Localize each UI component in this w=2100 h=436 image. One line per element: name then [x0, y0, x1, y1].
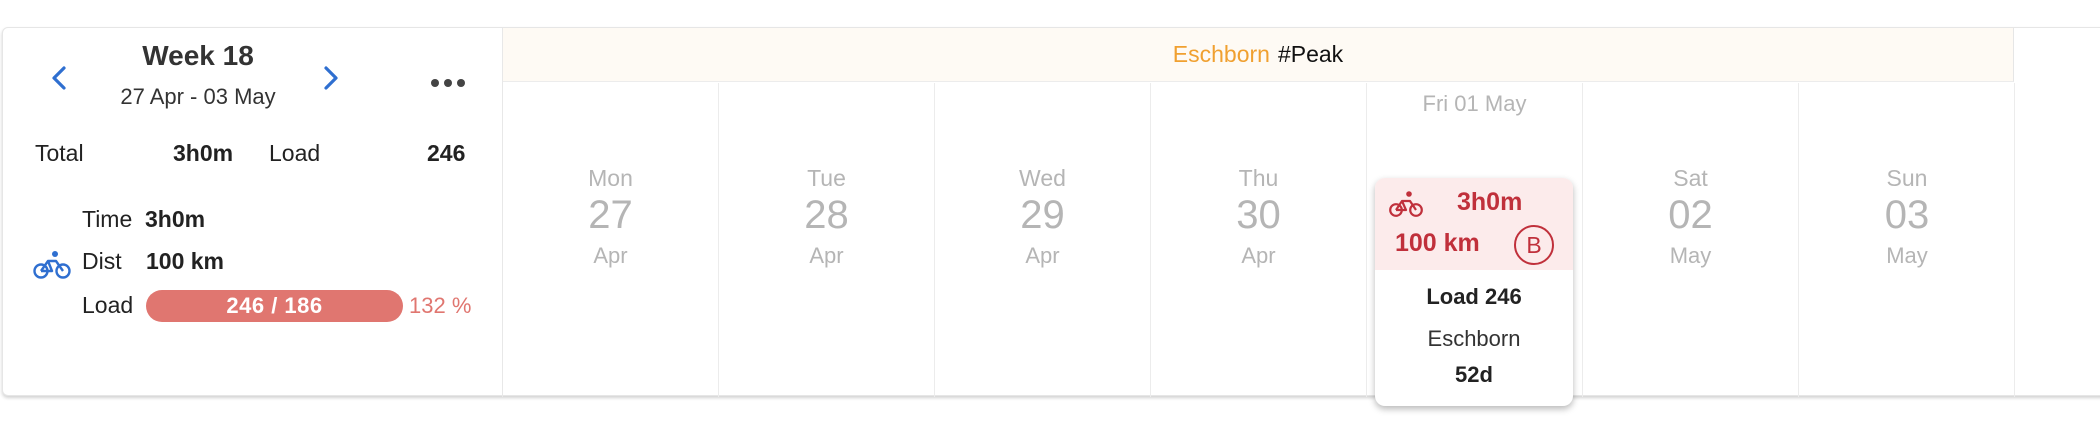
- day-name: Mon: [588, 165, 633, 191]
- day-month: May: [1886, 243, 1928, 268]
- day-number: 29: [1020, 193, 1065, 237]
- day-column-mon[interactable]: Mon 27 Apr: [503, 83, 719, 397]
- more-options-button[interactable]: [421, 66, 475, 100]
- more-dot-icon: [431, 79, 439, 87]
- workout-time: 3h0m: [1457, 188, 1523, 216]
- total-label: Total: [35, 140, 84, 166]
- day-name: Sat: [1673, 165, 1708, 191]
- total-value: 3h0m: [173, 140, 234, 166]
- day-column-wed[interactable]: Wed 29 Apr: [935, 83, 1151, 397]
- load-percent: 132 %: [409, 293, 472, 318]
- workout-location: Eschborn: [1427, 326, 1521, 351]
- load-progress-bar: 246 / 186: [146, 290, 403, 322]
- chevron-right-icon: [324, 66, 338, 90]
- week-date-range: 27 Apr - 03 May: [120, 84, 276, 109]
- workout-card[interactable]: 3h0m 100 km B Load 246 Eschborn 52d: [1375, 178, 1573, 406]
- more-dot-icon: [444, 79, 452, 87]
- sport-time-label: Time: [82, 206, 133, 232]
- week-calendar: Eschborn #Peak Mon 27 Apr Tue 28 Apr Wed…: [503, 28, 2100, 406]
- day-month: Apr: [1241, 243, 1276, 268]
- event-tag: #Peak: [1277, 41, 1344, 67]
- workout-load: Load 246: [1426, 284, 1522, 309]
- bike-icon: [1389, 191, 1423, 217]
- day-month: Apr: [593, 243, 628, 268]
- day-column-sun[interactable]: Sun 03 May: [1799, 83, 2015, 397]
- week-card: Week 18 27 Apr - 03 May Total 3h0m Load …: [2, 27, 2100, 406]
- day-name: Sun: [1886, 165, 1928, 191]
- week-summary-panel: Week 18 27 Apr - 03 May Total 3h0m Load …: [3, 28, 503, 397]
- sport-dist-value: 100 km: [146, 248, 225, 274]
- sport-time-value: 3h0m: [145, 206, 206, 232]
- day-number: 03: [1884, 193, 1930, 237]
- workout-distance: 100 km: [1395, 229, 1480, 257]
- day-column-fri[interactable]: Fri 01 May 3h0m 100 km B Load 246 Eschbo…: [1367, 83, 1583, 406]
- day-name: Tue: [807, 165, 846, 191]
- day-month: May: [1669, 243, 1712, 268]
- bike-icon: [33, 251, 71, 279]
- day-month: Apr: [1025, 243, 1060, 268]
- day-number: 27: [588, 193, 633, 237]
- day-name: Thu: [1238, 165, 1279, 191]
- day-name: Wed: [1019, 165, 1066, 191]
- day-column-tue[interactable]: Tue 28 Apr: [719, 83, 935, 397]
- sport-dist-label: Dist: [82, 248, 122, 274]
- sport-load-label: Load: [82, 292, 134, 318]
- event-banner[interactable]: Eschborn #Peak: [503, 28, 2014, 82]
- day-number: 02: [1668, 193, 1713, 237]
- week-title: Week 18: [142, 40, 254, 71]
- day-number: 28: [804, 193, 849, 237]
- event-location: Eschborn: [1172, 41, 1270, 67]
- column-divider: [2014, 83, 2015, 397]
- workout-days-out: 52d: [1455, 362, 1493, 387]
- race-priority-badge: B: [1514, 225, 1554, 265]
- more-dot-icon: [457, 79, 465, 87]
- day-number: 30: [1236, 193, 1281, 237]
- next-week-button[interactable]: [311, 58, 351, 98]
- load-value: 246: [427, 140, 466, 166]
- workout-card-header: 3h0m 100 km B: [1375, 178, 1573, 270]
- day-month: Apr: [809, 243, 844, 268]
- day-column-thu[interactable]: Thu 30 Apr: [1151, 83, 1367, 397]
- load-label: Load: [269, 140, 321, 166]
- day-date-label: Fri 01 May: [1422, 91, 1527, 116]
- day-column-sat[interactable]: Sat 02 May: [1583, 83, 1799, 397]
